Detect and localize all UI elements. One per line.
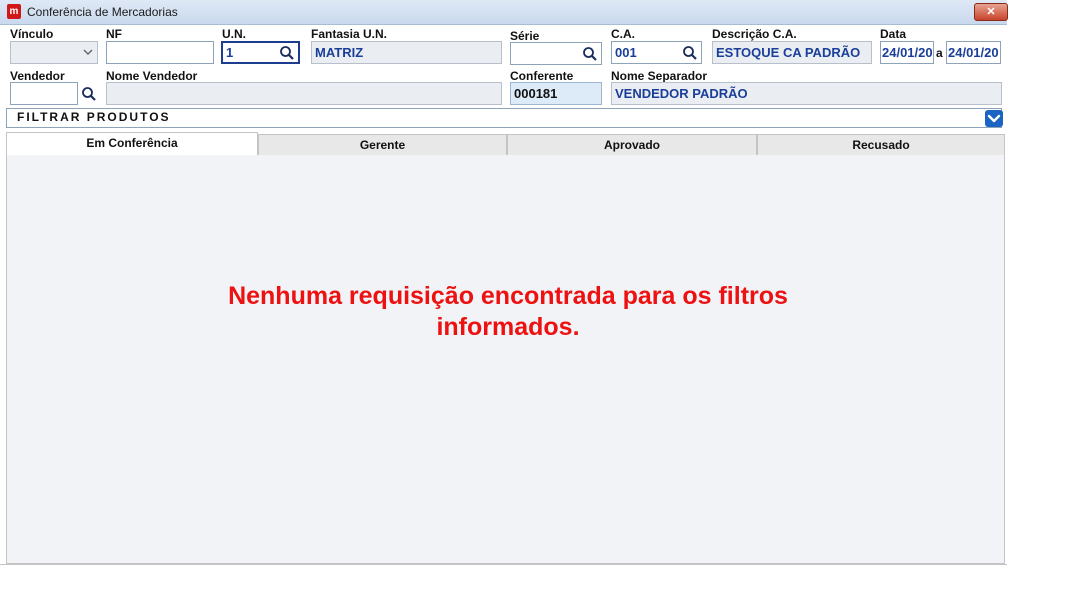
tab-gerente[interactable]: Gerente xyxy=(258,134,507,155)
fantasia-un-label: Fantasia U.N. xyxy=(311,27,388,41)
filter-products-bar[interactable]: FILTRAR PRODUTOS xyxy=(6,108,1003,128)
window-title: Conferência de Mercadorias xyxy=(27,5,178,19)
vendedor-input[interactable] xyxy=(10,82,78,105)
serie-input[interactable] xyxy=(510,42,602,65)
empty-results-message: Nenhuma requisição encontrada para os fi… xyxy=(7,281,1009,343)
nome-vendedor-label: Nome Vendedor xyxy=(106,69,198,83)
empty-message-line2: informados. xyxy=(436,313,580,341)
filter-toggle-button[interactable] xyxy=(985,110,1003,127)
nf-input[interactable] xyxy=(106,41,214,64)
chevron-down-icon xyxy=(987,114,1001,123)
date-from-input[interactable]: 24/01/20 xyxy=(880,41,934,64)
filter-products-label: FILTRAR PRODUTOS xyxy=(17,110,171,124)
conferente-input[interactable]: 000181 xyxy=(510,82,602,105)
app-logo-icon: m xyxy=(7,4,21,19)
window: m Conferência de Mercadorias ✕ Vínculo N… xyxy=(0,0,1008,613)
empty-message-line1: Nenhuma requisição encontrada para os fi… xyxy=(228,282,788,310)
chevron-down-icon xyxy=(83,49,93,55)
data-label: Data xyxy=(880,27,907,41)
tab-bar: Em Conferência Gerente Aprovado Recusado xyxy=(6,132,1005,155)
descricao-ca-field: ESTOQUE CA PADRÃO xyxy=(712,41,872,64)
fantasia-un-field: MATRIZ xyxy=(311,41,502,64)
vinculo-select[interactable] xyxy=(10,41,98,64)
results-panel: Nenhuma requisição encontrada para os fi… xyxy=(6,155,1005,564)
date-separator: a xyxy=(936,46,943,60)
tab-recusado[interactable]: Recusado xyxy=(757,134,1005,155)
search-icon[interactable] xyxy=(682,45,698,61)
search-icon[interactable] xyxy=(279,45,295,61)
divider xyxy=(0,564,1007,565)
conferente-label: Conferente xyxy=(510,69,574,83)
date-to-input[interactable]: 24/01/20 xyxy=(946,41,1001,64)
descricao-ca-label: Descrição C.A. xyxy=(712,27,797,41)
nome-vendedor-field xyxy=(106,82,502,105)
un-label: U.N. xyxy=(222,27,246,41)
ca-label: C.A. xyxy=(611,27,635,41)
vendedor-label: Vendedor xyxy=(10,69,65,83)
serie-label: Série xyxy=(510,29,540,43)
search-icon[interactable] xyxy=(81,86,97,102)
close-button[interactable]: ✕ xyxy=(974,3,1008,21)
nome-separador-label: Nome Separador xyxy=(611,69,708,83)
ca-input[interactable]: 001 xyxy=(611,41,702,64)
title-bar: m Conferência de Mercadorias ✕ xyxy=(0,0,1008,25)
nf-label: NF xyxy=(106,27,122,41)
vinculo-label: Vínculo xyxy=(10,27,54,41)
search-icon[interactable] xyxy=(582,46,598,62)
tab-em-conferencia[interactable]: Em Conferência xyxy=(6,132,258,155)
tab-aprovado[interactable]: Aprovado xyxy=(507,134,757,155)
nome-separador-field: VENDEDOR PADRÃO xyxy=(611,82,1002,105)
close-icon: ✕ xyxy=(986,6,996,18)
un-input[interactable]: 1 xyxy=(221,41,300,64)
